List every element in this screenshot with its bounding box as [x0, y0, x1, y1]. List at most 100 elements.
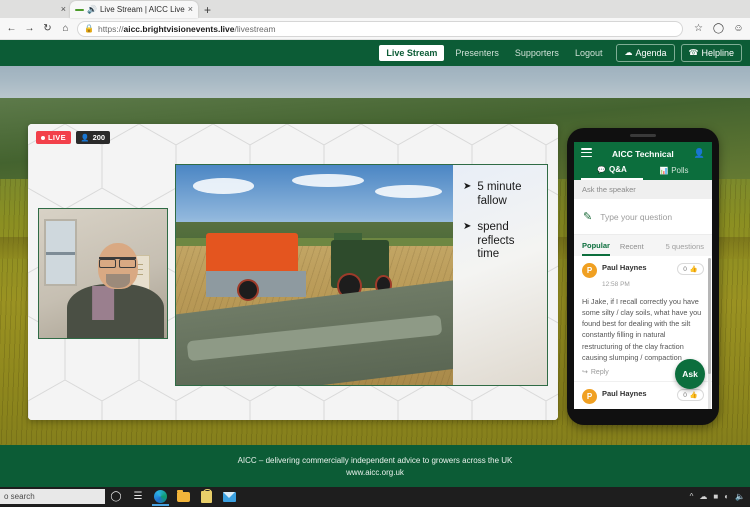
webcam-presenter-glasses	[99, 256, 137, 268]
question-filter-row: Popular Recent 5 questions	[574, 235, 712, 257]
compose-pencil-icon[interactable]: ✎	[583, 210, 592, 223]
avatar: P	[582, 389, 597, 405]
question-count: 5 questions	[665, 242, 704, 252]
network-icon[interactable]: ◐	[724, 492, 729, 501]
phone-earpiece	[630, 134, 656, 137]
browser-toolbar: ← → ↻ ⌂ 🔒 https://aicc.brightvisionevent…	[0, 18, 750, 40]
thumbs-up-icon: 👍	[689, 266, 698, 274]
edge-icon[interactable]	[149, 487, 172, 506]
slide-text-panel: ➤ 5 minute fallow ➤ spend reflects time	[453, 165, 547, 385]
vote-button[interactable]: 0 👍	[677, 389, 704, 402]
person-icon[interactable]: 👤	[694, 148, 705, 159]
photo-cloud	[375, 184, 442, 198]
avatar: P	[582, 263, 597, 279]
presentation-stage[interactable]: LIVE 👤 200 ➤ 5 minute fallow ➤ spend ref…	[28, 124, 558, 420]
vote-count: 0	[683, 265, 687, 273]
stream-status-badges: LIVE 👤 200	[36, 131, 111, 144]
show-hidden-icons[interactable]: ^	[690, 492, 694, 501]
webcam-window	[44, 219, 78, 287]
phone-screen: AICC Technical 👤 💬 Q&A 📊 Polls Ask the s…	[574, 142, 712, 409]
close-icon[interactable]: ×	[188, 5, 193, 14]
padlock-icon: 🔒	[84, 24, 94, 33]
person-icon: 👤	[80, 134, 90, 142]
slide-bullet: ➤ 5 minute fallow	[463, 181, 539, 208]
scrollbar[interactable]	[708, 258, 711, 409]
mail-icon[interactable]	[218, 487, 241, 506]
file-explorer-icon[interactable]	[172, 487, 195, 506]
close-icon[interactable]: ×	[61, 4, 66, 14]
site-navigation: Live Stream Presenters Supporters Logout…	[0, 40, 750, 66]
phone-helpline-icon: ☎	[688, 48, 699, 57]
question-author: Paul Haynes	[602, 263, 647, 273]
app-title: AICC Technical	[612, 148, 674, 159]
slide-bullet: ➤ spend reflects time	[463, 221, 539, 262]
live-badge: LIVE	[36, 131, 71, 144]
hamburger-menu-icon[interactable]	[581, 148, 592, 159]
tab-qa[interactable]: 💬 Q&A	[581, 165, 643, 181]
tab-polls[interactable]: 📊 Polls	[643, 165, 705, 180]
profile-icon[interactable]: ☺	[732, 23, 745, 34]
collections-icon[interactable]: ◯	[712, 23, 725, 34]
presentation-slide[interactable]: ➤ 5 minute fallow ➤ spend reflects time	[175, 164, 548, 386]
bullet-arrow-icon: ➤	[463, 181, 472, 192]
browser-tabstrip: × 🔊 Live Stream | AICC Live × +	[0, 0, 750, 18]
microsoft-store-icon[interactable]	[195, 487, 218, 506]
question-compose-row[interactable]: ✎ Type your question	[574, 199, 712, 236]
tab-qa-label: Q&A	[608, 165, 627, 175]
footer-website[interactable]: www.aicc.org.uk	[346, 468, 404, 477]
volume-icon[interactable]: 🔈	[735, 492, 745, 501]
favorite-star-icon[interactable]: ☆	[692, 23, 705, 34]
new-tab-button[interactable]: +	[198, 3, 217, 18]
question-author: Paul Haynes	[602, 389, 647, 399]
slide-photo	[176, 165, 453, 385]
speaker-icon[interactable]: 🔊	[87, 5, 97, 14]
thumbs-up-icon: 👍	[689, 392, 698, 400]
scrollbar-thumb[interactable]	[708, 258, 711, 375]
refresh-icon[interactable]: ↻	[41, 23, 54, 34]
webcam-presenter-body	[67, 283, 165, 338]
nav-link-logout[interactable]: Logout	[567, 48, 611, 58]
search-input[interactable]: o search	[0, 489, 105, 504]
viewer-count-badge: 👤 200	[75, 131, 111, 144]
battery-icon[interactable]: ■	[713, 492, 718, 501]
agenda-calendar-icon: ☁	[624, 48, 633, 57]
webcam-presenter-shirt	[92, 286, 114, 320]
agenda-button[interactable]: ☁ Agenda	[616, 44, 675, 62]
speech-bubble-icon: 💬	[597, 166, 606, 174]
site-footer: AICC – delivering commercially independe…	[0, 445, 750, 487]
active-tab[interactable]: 🔊 Live Stream | AICC Live ×	[70, 1, 199, 18]
bar-chart-icon: 📊	[659, 167, 669, 175]
nav-link-live-stream[interactable]: Live Stream	[379, 45, 445, 61]
helpline-button-label: Helpline	[701, 48, 734, 58]
address-bar[interactable]: 🔒 https://aicc.brightvisionevents.live/l…	[77, 20, 683, 37]
browser-chrome: × 🔊 Live Stream | AICC Live × + ← → ↻ ⌂ …	[0, 0, 750, 40]
tab-polls-label: Polls	[671, 166, 689, 176]
filter-popular[interactable]: Popular	[582, 241, 610, 257]
slide-bullet-text: 5 minute fallow	[477, 181, 522, 207]
photo-cloud	[192, 178, 254, 194]
onedrive-icon[interactable]: ☁	[699, 492, 707, 501]
home-icon[interactable]: ⌂	[59, 23, 72, 34]
vote-button[interactable]: 0 👍	[677, 263, 704, 276]
cortana-circle-icon[interactable]: ◯	[105, 491, 127, 502]
app-header: AICC Technical 👤 💬 Q&A 📊 Polls	[574, 142, 712, 181]
task-view-icon[interactable]: ☰	[127, 491, 149, 502]
question-timestamp: 12:58 PM	[602, 281, 630, 289]
helpline-button[interactable]: ☎ Helpline	[680, 44, 742, 62]
tab-title: Live Stream | AICC Live	[99, 5, 185, 14]
system-tray: ^ ☁ ■ ◐ 🔈	[690, 492, 750, 501]
presenter-webcam[interactable]	[38, 208, 168, 339]
nav-link-presenters[interactable]: Presenters	[447, 48, 507, 58]
forward-arrow-icon[interactable]: →	[23, 23, 36, 34]
tab-favicon-icon	[75, 5, 84, 14]
filter-recent[interactable]: Recent	[620, 242, 644, 255]
nav-link-supporters[interactable]: Supporters	[507, 48, 567, 58]
live-label: LIVE	[48, 133, 66, 142]
ask-question-fab[interactable]: Ask	[675, 359, 705, 389]
reply-label: Reply	[590, 368, 609, 376]
question-input-placeholder[interactable]: Type your question	[600, 212, 672, 222]
background-tab[interactable]: ×	[0, 0, 70, 18]
back-arrow-icon[interactable]: ←	[5, 23, 18, 34]
bullet-arrow-icon: ➤	[463, 221, 472, 233]
slide-bullet-text: spend reflects time	[477, 221, 515, 261]
